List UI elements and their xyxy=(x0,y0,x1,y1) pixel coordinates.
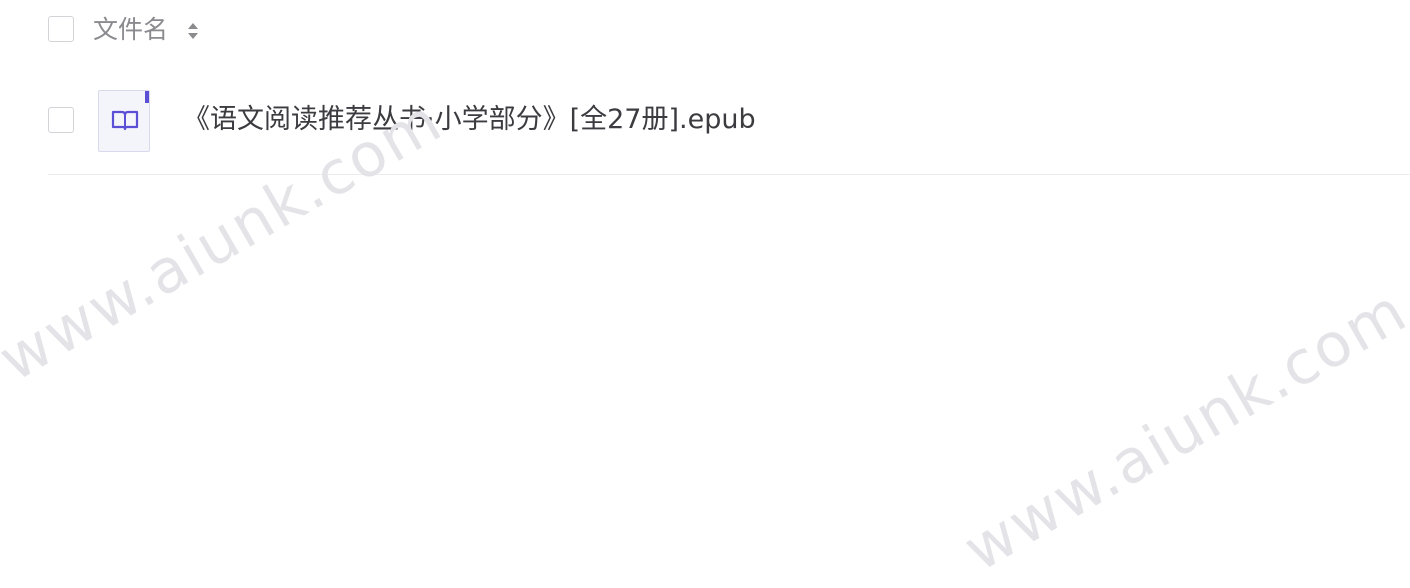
column-title-filename[interactable]: 文件名 xyxy=(93,13,168,47)
sort-updown-icon[interactable] xyxy=(187,21,199,41)
file-list-header: 文件名 xyxy=(48,0,1410,62)
file-list: 文件名 《语文阅读推荐丛书·小学部分》[全27册].epub xyxy=(48,0,1410,175)
watermark: www.aiunk.com xyxy=(952,275,1410,586)
open-book-icon xyxy=(111,110,139,131)
file-icon-corner xyxy=(145,91,149,103)
file-name[interactable]: 《语文阅读推荐丛书·小学部分》[全27册].epub xyxy=(183,103,756,137)
epub-book-icon xyxy=(98,90,150,152)
select-all-checkbox[interactable] xyxy=(48,16,74,42)
file-row-checkbox[interactable] xyxy=(48,107,74,133)
file-row[interactable]: 《语文阅读推荐丛书·小学部分》[全27册].epub xyxy=(48,62,1410,175)
